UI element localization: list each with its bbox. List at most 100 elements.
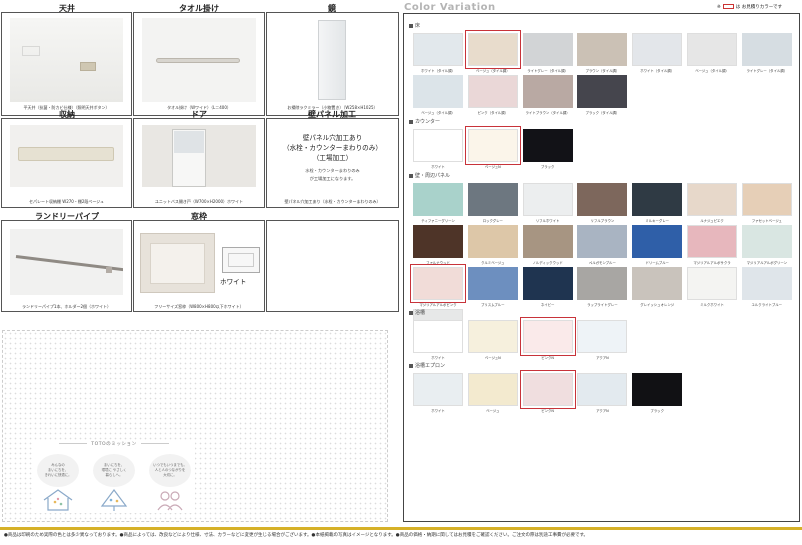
storage-caption: セパレート収納棚 W270・棚2段ベージュ: [28, 199, 105, 204]
color-swatch-label: ピンク（タイル調）: [477, 111, 509, 115]
wall-panel-line2: （水栓・カウンターまわりのみ）: [283, 144, 382, 152]
window-frame-caption: フリーサイズ窓枠（W800×H800以下ホワイト）: [154, 304, 244, 309]
color-swatch-label: ベージュ（タイル調）: [475, 69, 510, 73]
color-swatch[interactable]: [522, 183, 573, 216]
color-swatch[interactable]: [464, 30, 521, 69]
color-swatch-label: ホワイト: [431, 165, 445, 169]
color-swatch[interactable]: [577, 75, 628, 108]
color-swatch[interactable]: [741, 267, 792, 300]
window-frame-white-swatch: [222, 247, 260, 273]
color-swatch-label: ミルキーグレー: [645, 219, 670, 223]
footer-disclaimer: ●商品は印刷のため実際の色とは多少異なっております。●商品によっては、改良などに…: [4, 533, 589, 538]
color-swatch-label: ベージュ（タイル調）: [421, 111, 455, 115]
tree-icon: [100, 489, 128, 511]
section-label: 壁・周辺パネル: [415, 173, 451, 179]
color-swatch[interactable]: [413, 183, 463, 216]
color-swatch[interactable]: [632, 225, 683, 258]
color-swatch-label: ノルディックウッド: [532, 261, 563, 265]
color-swatch[interactable]: [741, 183, 792, 216]
color-swatch[interactable]: [413, 33, 463, 66]
color-swatch[interactable]: [467, 183, 518, 216]
window-frame-white-label: ホワイト: [220, 278, 247, 286]
people-icon: [157, 491, 183, 511]
laundry-pipe-photo: [10, 229, 123, 295]
color-swatch[interactable]: [577, 267, 628, 300]
color-swatch[interactable]: [522, 33, 573, 66]
color-swatch[interactable]: [577, 33, 628, 66]
wall-panel-caption: 壁パネル穴加工あり（水栓・カウンターまわりのみ）: [284, 199, 381, 204]
storage-photo: [10, 125, 123, 187]
color-swatch[interactable]: [522, 129, 573, 162]
color-swatch-label: ブラック（タイル調）: [585, 111, 620, 115]
color-swatch[interactable]: [577, 373, 628, 406]
color-swatch[interactable]: [632, 33, 683, 66]
color-swatch[interactable]: [467, 373, 518, 406]
color-swatch-label: ピンクN: [541, 409, 554, 413]
color-swatch-label: ブラウン（タイル調）: [585, 69, 620, 73]
color-swatch-label: マジリアルアルボサクラ: [693, 261, 731, 265]
color-swatch[interactable]: [413, 320, 463, 353]
towel-bar-photo: [142, 18, 256, 102]
color-swatch[interactable]: [413, 373, 463, 406]
section-label: 浴槽: [415, 310, 426, 316]
color-swatch-label: ベージュN: [484, 356, 501, 360]
color-swatch[interactable]: [467, 320, 518, 353]
wall-panel-line3: （工場加工）: [312, 154, 353, 162]
color-swatch[interactable]: [741, 33, 792, 66]
color-swatch-label: ライトグレー（タイル調）: [527, 69, 568, 73]
color-swatch-label: ルナジュピエク: [700, 219, 724, 223]
color-swatch-label: ライトブラウン（タイル調）: [525, 111, 570, 115]
mission-circle-1: みんなの まいにちを、 きれいに快適に。: [37, 454, 79, 487]
color-swatch-label: ピンクN: [541, 356, 554, 360]
color-swatch-label: ファセットベージュ: [751, 219, 782, 223]
color-swatch[interactable]: [467, 267, 518, 300]
section-marker: [409, 173, 413, 178]
color-swatch[interactable]: [519, 317, 576, 356]
color-swatch[interactable]: [687, 267, 737, 300]
color-swatch[interactable]: [464, 126, 521, 165]
mission-title: TOTOのミッション: [33, 441, 195, 447]
house-icon: [43, 489, 73, 511]
color-swatch[interactable]: [519, 370, 576, 409]
color-swatch[interactable]: [577, 183, 628, 216]
color-swatch[interactable]: [687, 183, 737, 216]
color-swatch-label: ドリームブルー: [645, 261, 669, 265]
color-swatch[interactable]: [522, 225, 573, 258]
color-swatch[interactable]: [467, 225, 518, 258]
color-swatch[interactable]: [632, 373, 683, 406]
color-swatch[interactable]: [410, 264, 466, 303]
window-frame-cell: ホワイト フリーサイズ窓枠（W800×H800以下ホワイト）: [133, 220, 265, 312]
color-swatch-label: ユルクライトブルー: [751, 303, 783, 307]
color-swatch[interactable]: [413, 129, 463, 162]
color-swatch[interactable]: [467, 75, 518, 108]
selected-color-legend: ※ は お見積りカラーです: [717, 4, 782, 10]
color-swatch[interactable]: [577, 225, 628, 258]
mirror-cell: お掃除ラクミラー（小物置き）（W258×H1025）: [266, 12, 399, 116]
color-swatch-label: ラップライトグレー: [587, 303, 618, 307]
door-cell: ユニットバス開き戸（W700×H2000）ホワイト: [133, 118, 265, 208]
color-swatch[interactable]: [632, 183, 683, 216]
color-swatch-label: ネイビー: [540, 303, 555, 307]
color-swatch[interactable]: [687, 225, 737, 258]
section-header: カウンター: [409, 118, 440, 125]
color-swatch-label: ホワイト: [431, 409, 445, 413]
color-swatch[interactable]: [522, 267, 573, 300]
color-swatch[interactable]: [413, 225, 463, 258]
mission-3-line3: 大切に。: [163, 473, 177, 477]
color-swatch[interactable]: [687, 33, 737, 66]
section-label: 浴槽エプロン: [415, 363, 446, 369]
mission-circle-2: まいにちを、 環境に やさしく 暮らしへ。: [93, 454, 135, 487]
section-marker: [409, 119, 413, 124]
mission-panel: TOTOのミッション みんなの まいにちを、 きれいに快適に。 まいにちを、 環…: [33, 441, 195, 513]
color-swatch[interactable]: [741, 225, 792, 258]
door-caption: ユニットバス開き戸（W700×H2000）ホワイト: [154, 199, 244, 204]
section-marker: [409, 310, 413, 315]
ceiling-cell: 平天井（抗菌・防カビ仕様）（照明天井ボタン）: [1, 12, 132, 116]
mission-area: TOTOのミッション みんなの まいにちを、 きれいに快適に。 まいにちを、 環…: [2, 330, 388, 522]
color-swatch[interactable]: [577, 320, 628, 353]
color-swatch[interactable]: [632, 267, 683, 300]
color-swatch[interactable]: [522, 75, 573, 108]
color-swatch[interactable]: [413, 75, 463, 108]
color-swatch-label: グレイッシュオレンジ: [640, 303, 675, 307]
color-swatch-label: ホワイト（タイル調）: [421, 69, 455, 73]
